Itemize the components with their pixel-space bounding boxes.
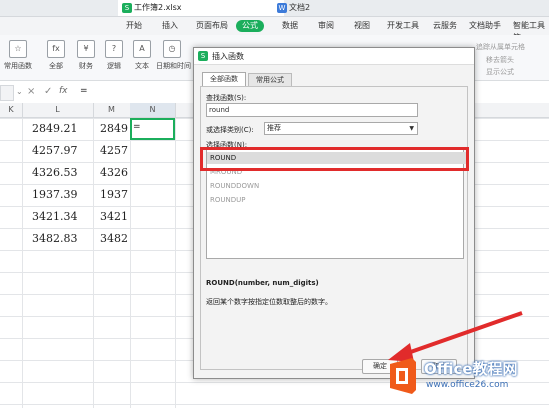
text-button[interactable]: A 文本 bbox=[126, 40, 158, 71]
menu-smart-tools[interactable]: 智能工具箱 bbox=[513, 20, 549, 42]
search-label: 查找函数(S): bbox=[206, 94, 247, 102]
watermark-logo: Office教程网 www.office26.com bbox=[386, 352, 549, 408]
tab-workbook[interactable]: S 工作簿2.xlsx bbox=[118, 0, 284, 16]
brand-name: Office教程网 bbox=[424, 360, 518, 378]
star-function-icon: ☆ bbox=[9, 40, 27, 58]
column-header-l[interactable]: L bbox=[22, 103, 94, 117]
trace-dependents-button[interactable]: 追踪从属单元格 bbox=[476, 42, 525, 52]
cell-m2[interactable]: 4257 bbox=[100, 144, 128, 157]
column-header-m[interactable]: M bbox=[93, 103, 131, 117]
menu-view[interactable]: 视图 bbox=[354, 20, 370, 32]
formula-input[interactable]: = bbox=[80, 86, 88, 96]
tab-document-label: 文档2 bbox=[289, 3, 311, 12]
all-functions-button[interactable]: fx 全部 bbox=[40, 40, 72, 71]
spreadsheet-icon: S bbox=[122, 3, 132, 13]
dialog-title-bar[interactable]: S 插入函数 bbox=[194, 48, 474, 65]
column-header-n[interactable]: N bbox=[130, 103, 176, 117]
menu-page-layout[interactable]: 页面布局 bbox=[196, 20, 228, 32]
tab-document[interactable]: W 文档2 bbox=[273, 0, 409, 16]
chevron-down-icon[interactable]: ⌄ bbox=[16, 87, 23, 96]
category-value: 推荐 bbox=[267, 124, 281, 132]
cell-l4[interactable]: 1937.39 bbox=[32, 188, 78, 201]
tab-all-functions[interactable]: 全部函数 bbox=[202, 72, 246, 86]
confirm-icon[interactable]: ✓ bbox=[44, 86, 52, 97]
menu-review[interactable]: 审阅 bbox=[318, 20, 334, 32]
grid-line bbox=[22, 118, 23, 408]
remove-arrows-button[interactable]: 移去箭头 bbox=[486, 55, 514, 65]
category-select[interactable]: 推荐 ▼ bbox=[264, 122, 418, 135]
cell-m4[interactable]: 1937 bbox=[100, 188, 128, 201]
menu-doc-assistant[interactable]: 文档助手 bbox=[469, 20, 501, 32]
highlight-box bbox=[200, 147, 469, 171]
grid-line bbox=[175, 118, 176, 408]
cell-m1[interactable]: 2849 bbox=[100, 122, 128, 135]
logic-icon: ? bbox=[105, 40, 123, 58]
column-header-k[interactable]: K bbox=[0, 103, 23, 117]
finance-icon: ¥ bbox=[77, 40, 95, 58]
menu-developer[interactable]: 开发工具 bbox=[387, 20, 419, 32]
function-item-roundup[interactable]: ROUNDUP bbox=[210, 196, 245, 204]
menu-cloud[interactable]: 云服务 bbox=[433, 20, 457, 32]
menu-bar: 开始 插入 页面布局 公式 数据 审阅 视图 开发工具 云服务 文档助手 智能工… bbox=[0, 17, 549, 42]
tab-workbook-label: 工作簿2.xlsx bbox=[134, 3, 182, 12]
date-time-button[interactable]: ◷ 日期和时间 bbox=[156, 40, 191, 71]
cell-n1[interactable]: = bbox=[133, 122, 141, 132]
category-label: 或选择类别(C): bbox=[206, 126, 254, 134]
date-time-label: 日期和时间 bbox=[156, 62, 191, 70]
common-functions-label: 常用函数 bbox=[4, 62, 32, 70]
brand-url: www.office26.com bbox=[426, 380, 509, 390]
cell-l5[interactable]: 3421.34 bbox=[32, 210, 78, 223]
function-description: 返回某个数字按指定位数取整后的数字。 bbox=[206, 298, 332, 306]
function-signature: ROUND(number, num_digits) bbox=[206, 279, 319, 287]
grid-line bbox=[93, 118, 94, 408]
common-functions-button[interactable]: ☆ 常用函数 bbox=[2, 40, 34, 71]
dialog-title: 插入函数 bbox=[212, 52, 244, 61]
fx-icon[interactable]: fx bbox=[59, 86, 68, 96]
office-logo-icon bbox=[390, 358, 416, 394]
text-label: 文本 bbox=[135, 62, 149, 70]
cell-m6[interactable]: 3482 bbox=[100, 232, 128, 245]
menu-data[interactable]: 数据 bbox=[282, 20, 298, 32]
cell-l3[interactable]: 4326.53 bbox=[32, 166, 78, 179]
function-item-rounddown[interactable]: ROUNDDOWN bbox=[210, 182, 259, 190]
text-icon: A bbox=[133, 40, 151, 58]
cell-m3[interactable]: 4326 bbox=[100, 166, 128, 179]
window-tab-bar: S 工作簿2.xlsx W 文档2 bbox=[0, 0, 549, 17]
clock-icon: ◷ bbox=[163, 40, 181, 58]
cancel-icon[interactable]: × bbox=[27, 86, 35, 97]
tab-common-formulas[interactable]: 常用公式 bbox=[248, 73, 292, 86]
show-formula-button[interactable]: 显示公式 bbox=[486, 67, 514, 77]
cell-l1[interactable]: 2849.21 bbox=[32, 122, 78, 135]
menu-formula[interactable]: 公式 bbox=[236, 20, 264, 32]
chevron-down-icon: ▼ bbox=[409, 125, 414, 132]
document-icon: W bbox=[277, 3, 287, 13]
all-functions-label: 全部 bbox=[49, 62, 63, 70]
spreadsheet-icon: S bbox=[198, 51, 208, 61]
search-input[interactable]: round bbox=[206, 103, 418, 117]
cell-l2[interactable]: 4257.97 bbox=[32, 144, 78, 157]
cell-l6[interactable]: 3482.83 bbox=[32, 232, 78, 245]
menu-insert[interactable]: 插入 bbox=[162, 20, 178, 32]
fx-icon: fx bbox=[47, 40, 65, 58]
cell-m5[interactable]: 3421 bbox=[100, 210, 128, 223]
menu-home[interactable]: 开始 bbox=[126, 20, 142, 32]
name-box[interactable] bbox=[0, 85, 14, 101]
grid-line bbox=[130, 118, 131, 408]
